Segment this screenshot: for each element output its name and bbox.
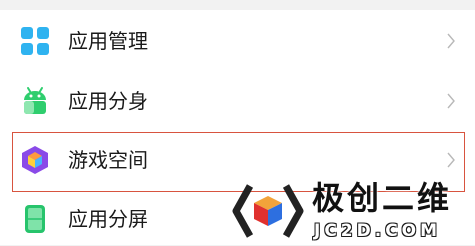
chevron-right-icon — [447, 33, 455, 49]
settings-item-app-management[interactable]: 应用管理 — [0, 12, 475, 70]
split-screen-icon — [25, 205, 45, 233]
watermark-brand: 极创二维 — [312, 179, 453, 217]
settings-item-label: 应用分身 — [68, 89, 148, 113]
settings-item-label: 应用分屏 — [68, 207, 148, 231]
chevron-right-icon — [447, 93, 455, 109]
app-management-icon — [21, 27, 49, 55]
settings-item-app-clone[interactable]: 应用分身 — [0, 70, 475, 128]
watermark-url: JC2D.COM — [314, 221, 442, 241]
settings-item-label: 应用管理 — [68, 29, 148, 53]
cube-logo-icon — [232, 184, 304, 238]
app-clone-icon — [24, 87, 46, 114]
